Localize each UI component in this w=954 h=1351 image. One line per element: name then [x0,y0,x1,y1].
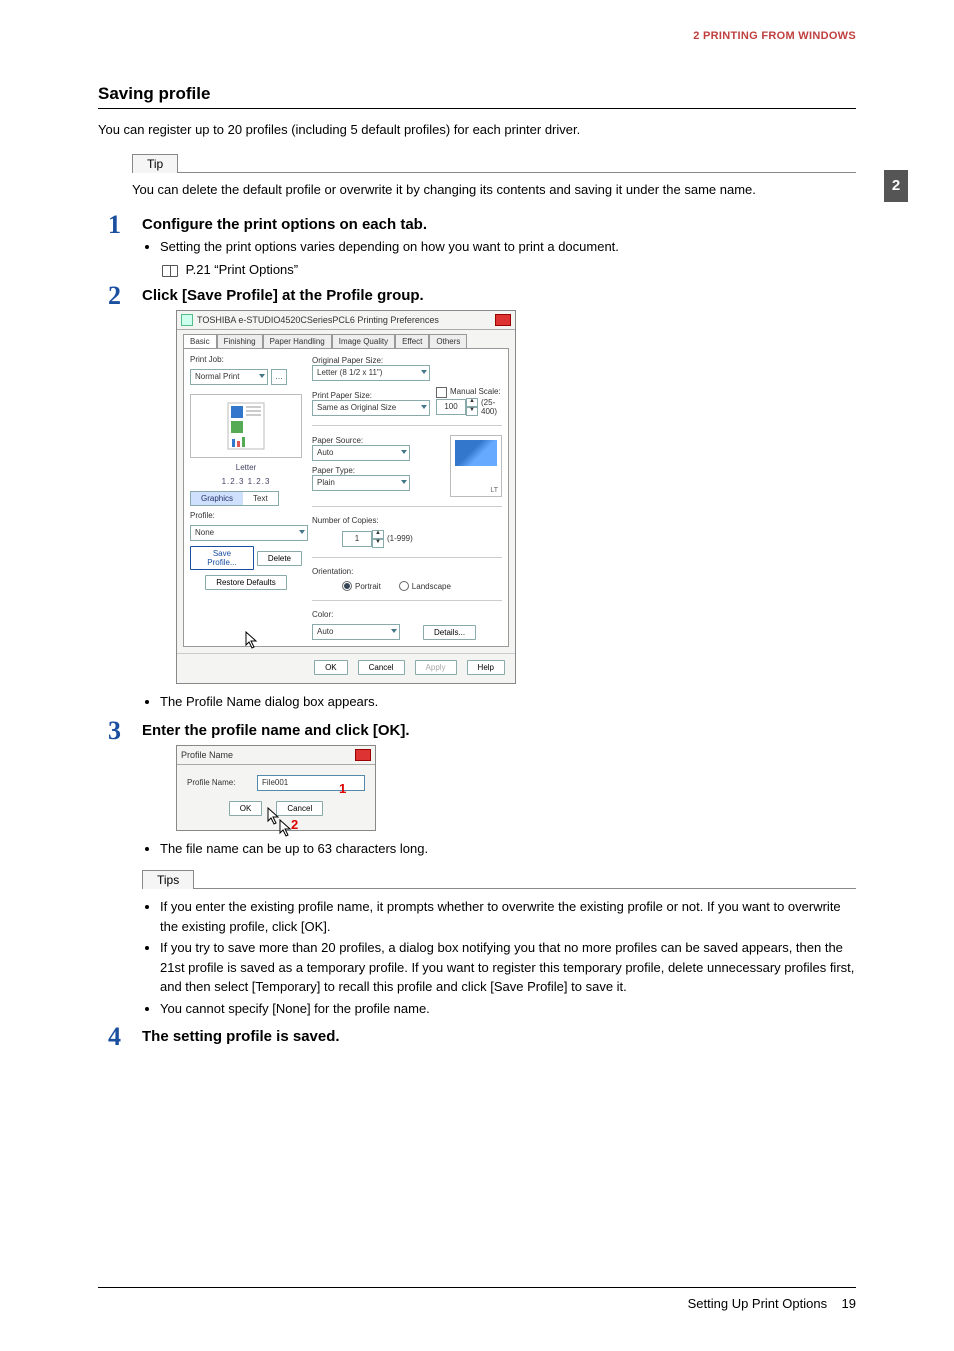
tip-text: You can delete the default profile or ov… [132,181,856,200]
manual-scale-range: (25-400) [481,398,502,416]
save-profile-button[interactable]: Save Profile... [190,546,254,570]
step-2: 2 Click [Save Profile] at the Profile gr… [98,287,856,712]
portrait-radio[interactable]: Portrait [342,581,381,592]
step-number: 1 [108,210,121,240]
ok-button[interactable]: OK [229,801,263,816]
paper-source-select[interactable]: Auto [312,445,410,461]
step-number: 2 [108,281,121,311]
tab-others[interactable]: Others [429,334,467,348]
delete-profile-button[interactable]: Delete [257,551,302,566]
print-prefs-dialog: TOSHIBA e-STUDIO4520CSeriesPCL6 Printing… [176,310,516,684]
preview-mode-toggle[interactable]: Graphics Text [190,491,279,506]
print-job-detail-button[interactable]: ... [271,369,287,385]
tab-finishing[interactable]: Finishing [217,334,263,348]
preview-caption: Letter [190,463,302,472]
titlebar: Profile Name [177,746,375,765]
manual-scale-label: Manual Scale: [436,387,501,396]
tip-label: Tip [132,154,178,173]
toggle-graphics[interactable]: Graphics [191,492,243,505]
copies-spinner[interactable]: 1▲▼ [342,530,384,548]
step-number: 4 [108,1022,121,1052]
callout-1: 1 [339,781,346,796]
paper-type-label: Paper Type: [312,466,355,475]
copies-range: (1-999) [387,534,413,543]
tips-item: If you enter the existing profile name, … [160,897,856,936]
cancel-button[interactable]: Cancel [358,660,405,675]
tab-image-quality[interactable]: Image Quality [332,334,395,348]
tips-item: You cannot specify [None] for the profil… [160,999,856,1019]
book-icon [162,265,178,277]
section-rule [98,108,856,109]
dialog-title: TOSHIBA e-STUDIO4520CSeriesPCL6 Printing… [197,315,439,325]
orientation-label: Orientation: [312,567,502,576]
step-title: Click [Save Profile] at the Profile grou… [142,287,856,304]
step-title: Enter the profile name and click [OK]. [142,722,856,739]
tips-box: Tips [142,870,856,889]
tab-paper-handling[interactable]: Paper Handling [263,334,332,348]
cross-ref: P.21 “Print Options” [162,262,856,277]
ref-text: P.21 “Print Options” [186,262,298,277]
tab-basic[interactable]: Basic [183,334,217,348]
step-number: 3 [108,716,121,746]
restore-defaults-button[interactable]: Restore Defaults [205,575,287,590]
close-icon[interactable] [355,749,371,761]
step1-bullet: Setting the print options varies dependi… [160,237,856,257]
ok-button[interactable]: OK [314,660,348,675]
tips-item: If you try to save more than 20 profiles… [160,938,856,997]
paper-type-select[interactable]: Plain [312,475,410,491]
footer-section: Setting Up Print Options [688,1296,827,1311]
callout-2: 2 [291,817,298,832]
copies-label: Number of Copies: [312,516,502,525]
cancel-button[interactable]: Cancel [276,801,323,816]
profile-name-label: Profile Name: [187,778,247,787]
profile-select[interactable]: None [190,525,308,541]
landscape-radio[interactable]: Landscape [399,581,451,592]
color-select[interactable]: Auto [312,624,400,640]
step-4: 4 The setting profile is saved. [98,1028,856,1045]
help-button[interactable]: Help [467,660,505,675]
tab-effect[interactable]: Effect [395,334,429,348]
pages-caption: 1.2.3 1.2.3 [190,477,302,486]
footer-page: 19 [842,1296,856,1311]
tips-label: Tips [142,870,194,889]
print-job-label: Print Job: [190,355,302,364]
print-job-select[interactable]: Normal Print [190,369,268,385]
step-title: Configure the print options on each tab. [142,216,856,233]
print-size-select[interactable]: Same as Original Size [312,400,430,416]
step-3: 3 Enter the profile name and click [OK].… [98,722,856,1019]
profile-name-dialog: Profile Name Profile Name: File001 OK Ca… [176,745,376,831]
page-footer: Setting Up Print Options 19 [98,1287,856,1311]
orig-size-label: Original Paper Size: [312,356,383,365]
manual-scale-checkbox[interactable] [436,387,447,398]
page-header: 2 PRINTING FROM WINDOWS [98,30,856,42]
manual-scale-spinner[interactable]: 100▲▼ [436,398,478,416]
section-title: Saving profile [98,84,856,104]
apply-button[interactable]: Apply [415,660,457,675]
intro-text: You can register up to 20 profiles (incl… [98,121,856,140]
tab-strip: Basic Finishing Paper Handling Image Qua… [183,334,509,348]
color-details-button[interactable]: Details... [423,625,476,640]
tip-box: Tip [132,154,856,173]
close-icon[interactable] [495,314,511,326]
color-label: Color: [312,610,502,619]
step2-note: The Profile Name dialog box appears. [160,692,856,712]
preview-thumb [190,394,302,458]
step-1: 1 Configure the print options on each ta… [98,216,856,278]
chapter-thumb-tab: 2 [884,170,908,202]
print-size-label: Print Paper Size: [312,391,372,400]
profile-name-input[interactable]: File001 [257,775,365,791]
app-icon [181,314,193,326]
step-title: The setting profile is saved. [142,1028,856,1045]
orig-size-select[interactable]: Letter (8 1/2 x 11") [312,365,430,381]
titlebar: TOSHIBA e-STUDIO4520CSeriesPCL6 Printing… [177,311,515,330]
toggle-text[interactable]: Text [243,492,278,505]
paper-source-label: Paper Source: [312,436,363,445]
dialog-title: Profile Name [181,750,233,760]
step3-note: The file name can be up to 63 characters… [160,839,856,859]
printer-illustration: LT [450,435,502,497]
profile-label: Profile: [190,511,302,520]
